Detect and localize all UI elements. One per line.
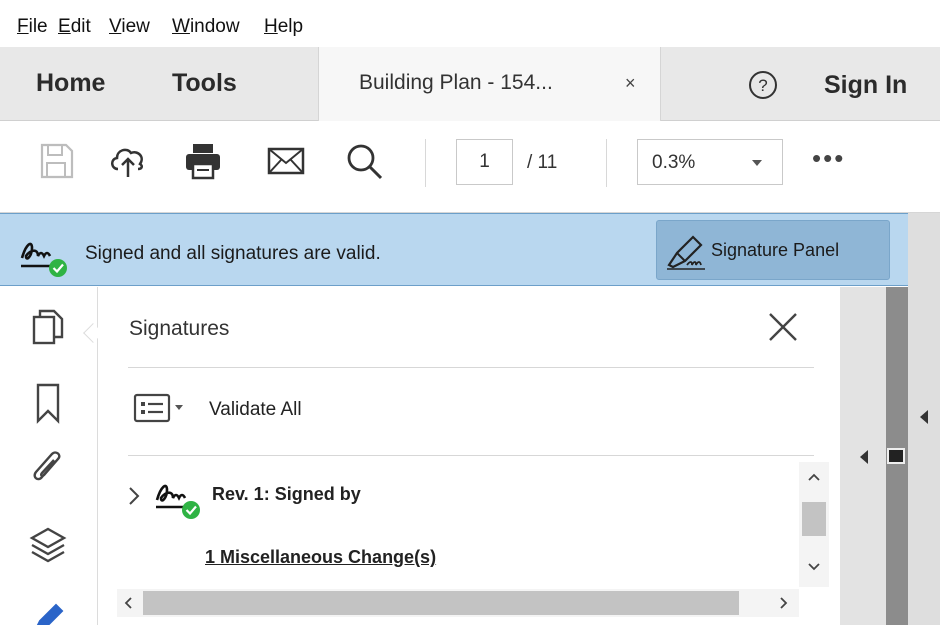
help-glyph: ? bbox=[758, 76, 767, 95]
sign-in-button[interactable]: Sign In bbox=[824, 71, 907, 100]
search-icon[interactable] bbox=[344, 141, 384, 181]
signature-valid-icon bbox=[20, 242, 67, 277]
validate-all-button[interactable]: Validate All bbox=[209, 399, 302, 421]
menu-help[interactable]: Help bbox=[264, 16, 303, 38]
bookmark-icon[interactable] bbox=[26, 381, 70, 425]
menu-view[interactable]: View bbox=[109, 16, 150, 38]
chevron-down-icon bbox=[752, 160, 762, 166]
change-link[interactable]: 1 Miscellaneous Change(s) bbox=[205, 547, 436, 568]
panel-collapse-gutter bbox=[840, 287, 886, 625]
tab-home[interactable]: Home bbox=[36, 69, 105, 98]
page-total: / 11 bbox=[527, 152, 558, 173]
redacted-signer-name bbox=[399, 462, 799, 532]
revision-label[interactable]: Rev. 1: Signed by bbox=[212, 484, 361, 505]
chevron-left-icon[interactable] bbox=[123, 596, 133, 610]
signature-panel-button[interactable]: Signature Panel bbox=[656, 220, 890, 280]
signature-status-bar: Signed and all signatures are valid. Sig… bbox=[0, 213, 908, 286]
menu-bar: File Edit View Window Help bbox=[0, 0, 940, 47]
horizontal-scrollbar[interactable] bbox=[117, 589, 799, 617]
signature-tree: Rev. 1: Signed by 1 Miscellaneous Change… bbox=[117, 462, 831, 625]
menu-file[interactable]: File bbox=[17, 16, 48, 38]
panel-divider bbox=[128, 367, 814, 368]
panel-title: Signatures bbox=[129, 317, 230, 340]
panel-divider bbox=[128, 455, 814, 456]
close-icon[interactable] bbox=[765, 309, 801, 345]
chevron-up-icon[interactable] bbox=[807, 472, 821, 482]
menu-window[interactable]: Window bbox=[172, 16, 240, 38]
vertical-scroll-thumb[interactable] bbox=[802, 502, 826, 536]
save-icon[interactable] bbox=[36, 141, 76, 181]
signature-valid-icon bbox=[155, 484, 200, 519]
tab-tools[interactable]: Tools bbox=[172, 69, 237, 98]
chevron-right-icon[interactable] bbox=[779, 596, 789, 610]
toolbar-separator bbox=[425, 139, 426, 187]
upload-cloud-icon[interactable] bbox=[108, 141, 148, 181]
layers-icon[interactable] bbox=[26, 523, 70, 567]
chevron-right-icon[interactable] bbox=[127, 484, 141, 508]
email-icon[interactable] bbox=[266, 141, 306, 181]
zoom-value: 0.3% bbox=[652, 152, 696, 173]
pages-icon[interactable] bbox=[26, 305, 70, 349]
close-tab-button[interactable]: × bbox=[625, 73, 636, 94]
signature-pen-icon bbox=[667, 235, 705, 270]
help-icon[interactable]: ? bbox=[748, 70, 778, 100]
toolbar-separator bbox=[606, 139, 607, 187]
signatures-panel: Signatures Validate All Rev. 1: Signed b… bbox=[99, 287, 840, 625]
options-menu-icon[interactable] bbox=[132, 391, 196, 425]
signature-tool-icon[interactable] bbox=[26, 593, 70, 625]
zoom-dropdown[interactable]: 0.3% bbox=[637, 139, 783, 185]
page-thumbnail bbox=[887, 448, 905, 464]
page-number-input[interactable]: 1 bbox=[456, 139, 513, 185]
tab-document[interactable]: Building Plan - 154... × bbox=[318, 47, 661, 121]
signature-status-text: Signed and all signatures are valid. bbox=[85, 243, 381, 264]
attachment-icon[interactable] bbox=[26, 447, 70, 491]
toolbar: 1 / 11 0.3% ••• bbox=[0, 121, 940, 213]
more-tools-button[interactable]: ••• bbox=[812, 143, 845, 174]
expand-right-pane-arrow-icon[interactable] bbox=[920, 410, 928, 424]
collapse-panel-arrow-icon[interactable] bbox=[860, 450, 868, 464]
chevron-down-icon[interactable] bbox=[807, 562, 821, 572]
menu-edit[interactable]: Edit bbox=[58, 16, 91, 38]
print-icon[interactable] bbox=[183, 141, 223, 181]
signature-panel-label: Signature Panel bbox=[711, 240, 840, 260]
document-tab-title: Building Plan - 154... bbox=[359, 71, 553, 94]
tab-bar: Home Tools Building Plan - 154... × ? Si… bbox=[0, 47, 940, 121]
left-navigation-rail bbox=[0, 287, 98, 625]
vertical-scrollbar[interactable] bbox=[799, 462, 829, 587]
horizontal-scroll-thumb[interactable] bbox=[143, 591, 739, 615]
